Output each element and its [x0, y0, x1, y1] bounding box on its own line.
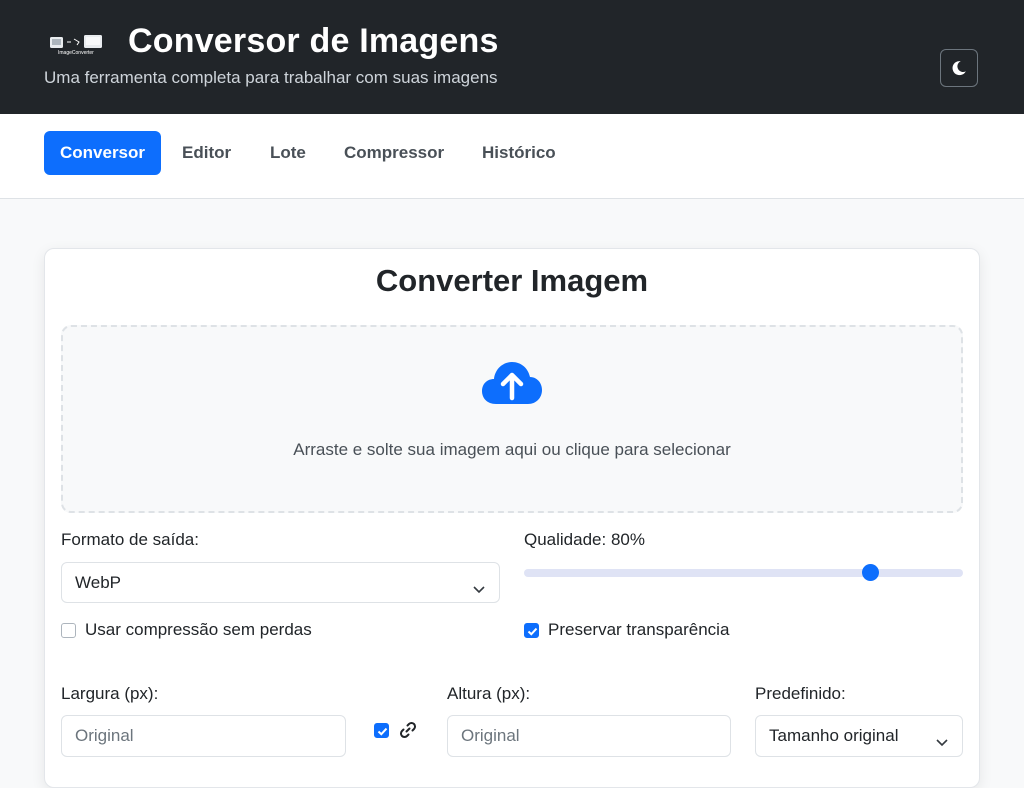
- lossless-checkbox[interactable]: [61, 623, 76, 638]
- preserve-transparency-label: Preservar transparência: [548, 620, 730, 639]
- width-placeholder: Original: [75, 726, 134, 745]
- output-format-select[interactable]: WebP: [61, 562, 500, 603]
- tab-label: Editor: [182, 143, 232, 162]
- nav-tabs: Conversor Editor Lote Compressor Históri…: [0, 114, 1024, 199]
- tab-label: Histórico: [482, 143, 556, 162]
- cloud-upload-icon: [480, 358, 544, 408]
- moon-icon: [951, 60, 967, 76]
- quality-label: Qualidade: 80%: [524, 530, 645, 549]
- tab-historico[interactable]: Histórico: [482, 131, 556, 175]
- preset-value: Tamanho original: [769, 726, 899, 745]
- height-input[interactable]: Original: [447, 715, 731, 757]
- tab-label: Conversor: [59, 143, 146, 162]
- lossless-label: Usar compressão sem perdas: [85, 620, 312, 639]
- theme-toggle-button[interactable]: [940, 49, 978, 87]
- width-label: Largura (px):: [61, 684, 159, 703]
- link-icon: [398, 720, 418, 740]
- preserve-transparency-checkbox[interactable]: [524, 623, 539, 638]
- output-format-value: WebP: [75, 572, 121, 592]
- tab-label: Lote: [270, 143, 306, 162]
- chevron-down-icon: [936, 732, 948, 747]
- aspect-lock-checkbox[interactable]: [374, 723, 389, 738]
- card-title: Converter Imagem: [375, 263, 649, 298]
- height-placeholder: Original: [461, 726, 520, 745]
- quality-slider-track[interactable]: [524, 569, 963, 577]
- tab-conversor[interactable]: Conversor: [44, 131, 161, 175]
- preset-label: Predefinido:: [755, 684, 846, 703]
- tab-compressor[interactable]: Compressor: [344, 131, 444, 175]
- app-subtitle: Uma ferramenta completa para trabalhar c…: [44, 68, 498, 87]
- app-logo: ImageConverter: [48, 31, 104, 59]
- output-format-label: Formato de saída:: [61, 530, 199, 549]
- quality-slider-thumb[interactable]: [862, 564, 879, 581]
- app-header: ImageConverter Conversor de Imagens Uma …: [0, 0, 1024, 114]
- height-label: Altura (px):: [447, 684, 531, 703]
- tab-editor[interactable]: Editor: [182, 131, 231, 175]
- image-dropzone[interactable]: [61, 325, 963, 513]
- tab-lote[interactable]: Lote: [270, 131, 306, 175]
- logo-text: ImageConverter: [58, 50, 94, 56]
- app-title: Conversor de Imagens: [128, 22, 499, 60]
- width-input[interactable]: Original: [61, 715, 346, 757]
- tab-label: Compressor: [344, 143, 445, 162]
- preset-select[interactable]: Tamanho original: [755, 715, 963, 757]
- chevron-down-icon: [473, 579, 485, 593]
- dropzone-instructions: Arraste e solte sua imagem aqui ou cliqu…: [293, 440, 731, 459]
